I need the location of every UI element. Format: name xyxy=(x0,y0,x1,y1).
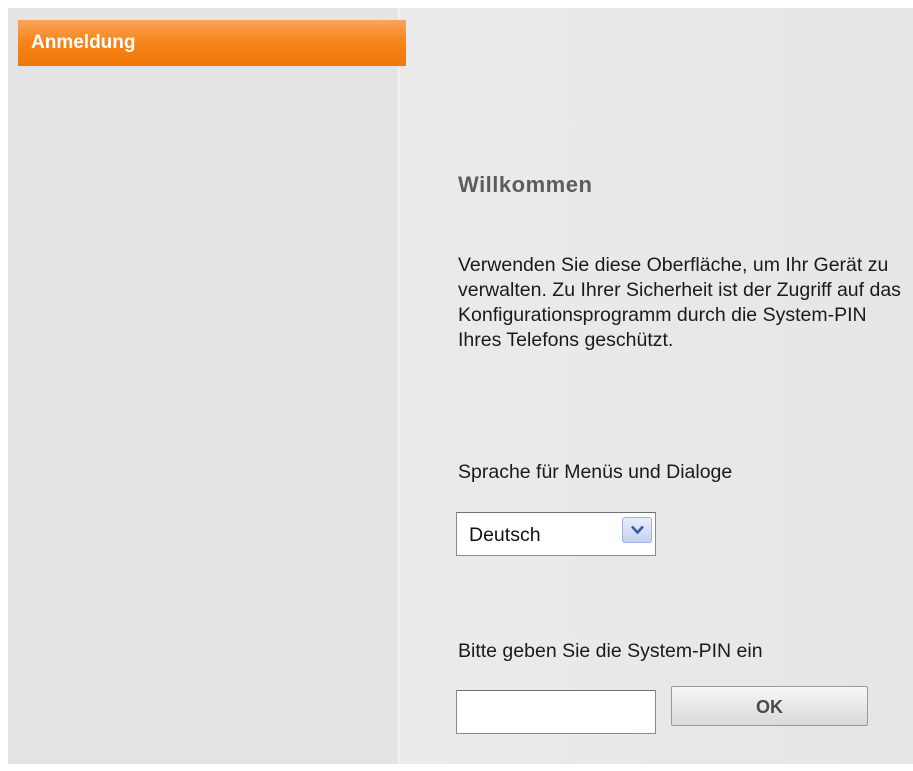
language-select[interactable]: Deutsch xyxy=(456,512,656,556)
language-dropdown-button[interactable] xyxy=(622,517,652,543)
page-title: Willkommen xyxy=(458,172,593,197)
sidebar xyxy=(8,8,399,764)
pin-input[interactable] xyxy=(456,690,656,734)
pin-label: Bitte geben Sie die System-PIN ein xyxy=(458,640,763,662)
language-label: Sprache für Menüs und Dialoge xyxy=(458,461,733,483)
sidebar-item-anmeldung[interactable]: Anmeldung xyxy=(18,20,406,66)
language-selected-value: Deutsch xyxy=(469,524,541,546)
chevron-down-icon xyxy=(631,525,644,534)
sidebar-item-label: Anmeldung xyxy=(31,32,136,53)
page: Anmeldung Willkommen Verwenden Sie diese… xyxy=(0,0,913,771)
ok-button[interactable]: OK xyxy=(671,686,868,726)
intro-text: Verwenden Sie diese Oberfläche, um Ihr G… xyxy=(458,254,901,351)
